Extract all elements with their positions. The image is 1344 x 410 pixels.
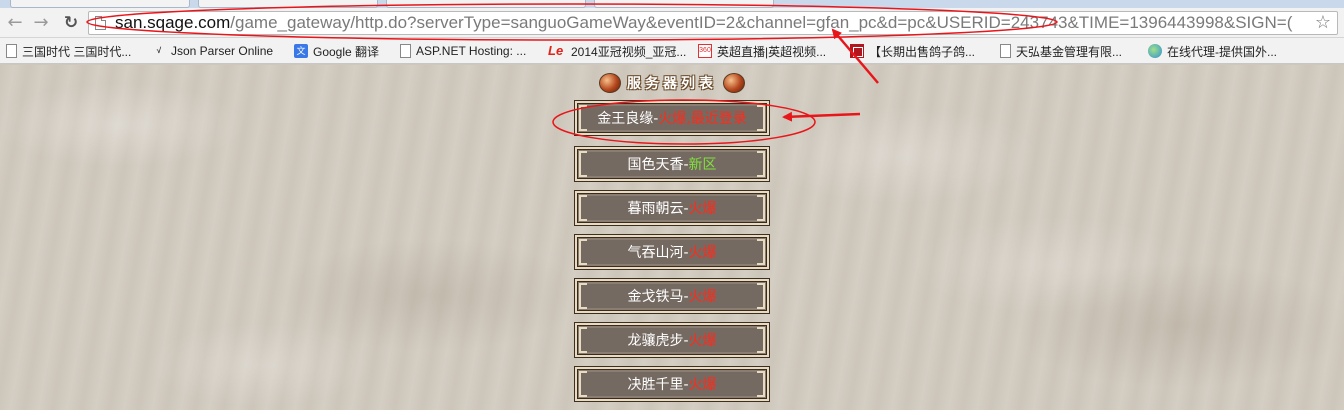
- sports360-icon: 360: [698, 44, 712, 58]
- server-list-title: 服务器列表: [586, 71, 758, 95]
- server-status: 火爆: [688, 289, 717, 305]
- browser-toolbar: ← → ↻ san.sqage.com/game_gateway/http.do…: [0, 8, 1344, 38]
- forward-arrow-icon: →: [33, 12, 49, 33]
- url-path: /game_gateway/http.do?serverType=sanguoG…: [230, 13, 1293, 32]
- reload-button[interactable]: ↻: [60, 12, 82, 34]
- back-button[interactable]: ←: [4, 12, 26, 34]
- bookmark-label: 在线代理-提供国外...: [1167, 44, 1277, 59]
- letv-icon: Le: [548, 43, 564, 58]
- bookmark-item[interactable]: √ Json Parser Online: [152, 42, 273, 60]
- orb-ornament-icon: [599, 73, 621, 93]
- page-icon: [1000, 44, 1011, 58]
- address-bar[interactable]: san.sqage.com/game_gateway/http.do?serve…: [88, 11, 1338, 35]
- bookmark-item[interactable]: 在线代理-提供国外...: [1148, 42, 1277, 60]
- bookmark-label: 2014亚冠视频_亚冠...: [571, 44, 687, 59]
- game-page: 服务器列表 金王良缘- 火爆,最近登录 国色天香- 新区 暮雨朝云- 火爆 气吞山河-…: [0, 65, 1344, 410]
- server-button[interactable]: 金王良缘- 火爆,最近登录: [574, 100, 770, 136]
- server-name: 国色天香-: [627, 157, 689, 173]
- page-icon: [400, 44, 411, 58]
- bookmark-label: 天弘基金管理有限...: [1016, 44, 1123, 59]
- server-status: 火爆: [688, 245, 717, 261]
- json-icon: √: [156, 46, 162, 55]
- red-square-icon: [850, 44, 864, 58]
- server-status: 火爆: [688, 333, 717, 349]
- bookmark-label: 【长期出售鸽子鸽...: [869, 44, 976, 59]
- page-icon: [6, 44, 17, 58]
- server-button[interactable]: 国色天香- 新区: [574, 146, 770, 182]
- bookmark-item[interactable]: 天弘基金管理有限...: [1000, 42, 1122, 60]
- server-button[interactable]: 龙骧虎步- 火爆: [574, 322, 770, 358]
- bookmark-label: Json Parser Online: [171, 44, 274, 58]
- bookmark-label: ASP.NET Hosting: ...: [416, 44, 527, 58]
- proxy-globe-icon: [1148, 44, 1162, 58]
- server-name: 暮雨朝云-: [627, 201, 689, 217]
- orb-ornament-icon: [723, 73, 745, 93]
- bookmark-item[interactable]: 【长期出售鸽子鸽...: [850, 42, 975, 60]
- server-name: 金王良缘-: [597, 111, 659, 127]
- browser-tab[interactable]: [594, 0, 774, 8]
- reload-icon: ↻: [63, 13, 79, 33]
- browser-tab-active[interactable]: [386, 0, 586, 8]
- server-status: 火爆: [688, 377, 717, 393]
- browser-tab[interactable]: [198, 0, 378, 8]
- server-name: 气吞山河-: [627, 245, 689, 261]
- browser-tab[interactable]: [10, 0, 190, 8]
- bookmark-item[interactable]: ASP.NET Hosting: ...: [400, 42, 526, 60]
- page-icon: [95, 16, 106, 30]
- bookmarks-bar: 三国时代 三国时代... √ Json Parser Online 文 Google…: [0, 38, 1344, 64]
- bookmark-item[interactable]: 文 Google 翻译: [294, 42, 379, 60]
- bookmark-item[interactable]: Le 2014亚冠视频_亚冠...: [548, 42, 686, 60]
- server-button[interactable]: 金戈铁马- 火爆: [574, 278, 770, 314]
- bookmark-item[interactable]: 360 英超直播|英超视频...: [698, 42, 826, 60]
- google-translate-icon: 文: [294, 44, 308, 58]
- bookmark-item[interactable]: 三国时代 三国时代...: [6, 42, 131, 60]
- server-name: 金戈铁马-: [627, 289, 689, 305]
- url-host: san.sqage.com: [115, 13, 231, 32]
- back-arrow-icon: ←: [7, 12, 23, 33]
- server-name: 龙骧虎步-: [627, 333, 689, 349]
- bookmark-star-icon[interactable]: ☆: [1315, 12, 1331, 34]
- bookmark-label: Google 翻译: [313, 44, 380, 59]
- server-status: 火爆,最近登录: [658, 111, 747, 127]
- server-name: 决胜千里-: [627, 377, 689, 393]
- server-status: 新区: [688, 157, 717, 173]
- page-title: 服务器列表: [627, 76, 717, 92]
- url-text[interactable]: san.sqage.com/game_gateway/http.do?serve…: [115, 13, 1292, 33]
- bookmark-label: 英超直播|英超视频...: [717, 44, 827, 59]
- server-button[interactable]: 决胜千里- 火爆: [574, 366, 770, 402]
- server-status: 火爆: [688, 201, 717, 217]
- server-button[interactable]: 气吞山河- 火爆: [574, 234, 770, 270]
- tab-strip: [0, 0, 1344, 8]
- server-button[interactable]: 暮雨朝云- 火爆: [574, 190, 770, 226]
- forward-button[interactable]: →: [30, 12, 52, 34]
- bookmark-label: 三国时代 三国时代...: [22, 44, 132, 59]
